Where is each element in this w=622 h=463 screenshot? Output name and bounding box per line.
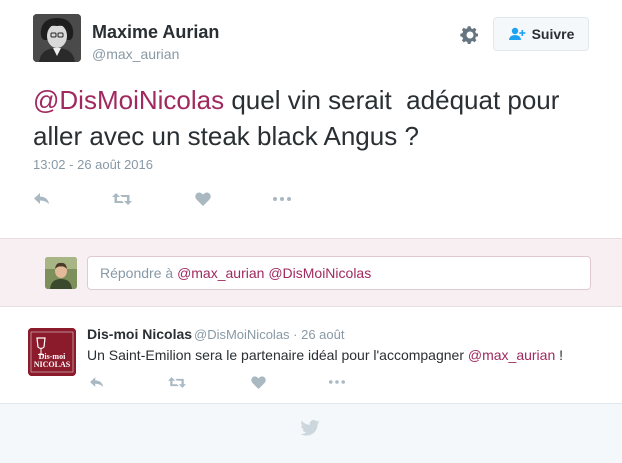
reply-mention-link[interactable]: @max_aurian: [468, 347, 555, 363]
reply-text: Un Saint-Emilion sera le partenaire idéa…: [87, 346, 563, 365]
reply-mentions: @max_aurian @DisMoiNicolas: [177, 265, 372, 281]
like-icon[interactable]: [249, 374, 267, 390]
author-name[interactable]: Maxime Aurian: [92, 22, 219, 43]
reply-author-meta[interactable]: @DisMoiNicolas · 26 août: [194, 327, 344, 342]
current-user-avatar: [45, 257, 77, 289]
follow-button[interactable]: Suivre: [493, 17, 589, 51]
reply-icon[interactable]: [32, 190, 52, 208]
reply-end: !: [555, 347, 564, 363]
nicolas-logo: Dis-moi NICOLAS: [33, 352, 71, 369]
tweet-timestamp[interactable]: 13:02 - 26 août 2016: [33, 157, 153, 172]
reply-body: Un Saint-Emilion sera le partenaire idéa…: [87, 347, 468, 363]
follow-label: Suivre: [531, 26, 575, 42]
reply-author-name[interactable]: Dis-moi Nicolas: [87, 326, 192, 342]
author-avatar[interactable]: [33, 14, 81, 62]
author-handle[interactable]: @max_aurian: [92, 46, 179, 62]
gear-icon[interactable]: [459, 24, 481, 46]
reply-prefix: Répondre à: [100, 265, 178, 281]
tweet-text: @DisMoiNicolas quel vin serait adéquat p…: [33, 82, 593, 154]
twitter-bird-icon[interactable]: [300, 420, 320, 438]
add-user-icon: [508, 27, 525, 40]
reply-input[interactable]: Répondre à @max_aurian @DisMoiNicolas: [87, 256, 591, 290]
mention-link[interactable]: @DisMoiNicolas: [33, 85, 224, 115]
reply-icon[interactable]: [88, 374, 106, 390]
retweet-icon[interactable]: [111, 190, 133, 208]
retweet-icon[interactable]: [166, 374, 188, 390]
more-icon[interactable]: [271, 190, 293, 208]
more-icon[interactable]: [326, 374, 348, 390]
like-icon[interactable]: [193, 190, 213, 208]
